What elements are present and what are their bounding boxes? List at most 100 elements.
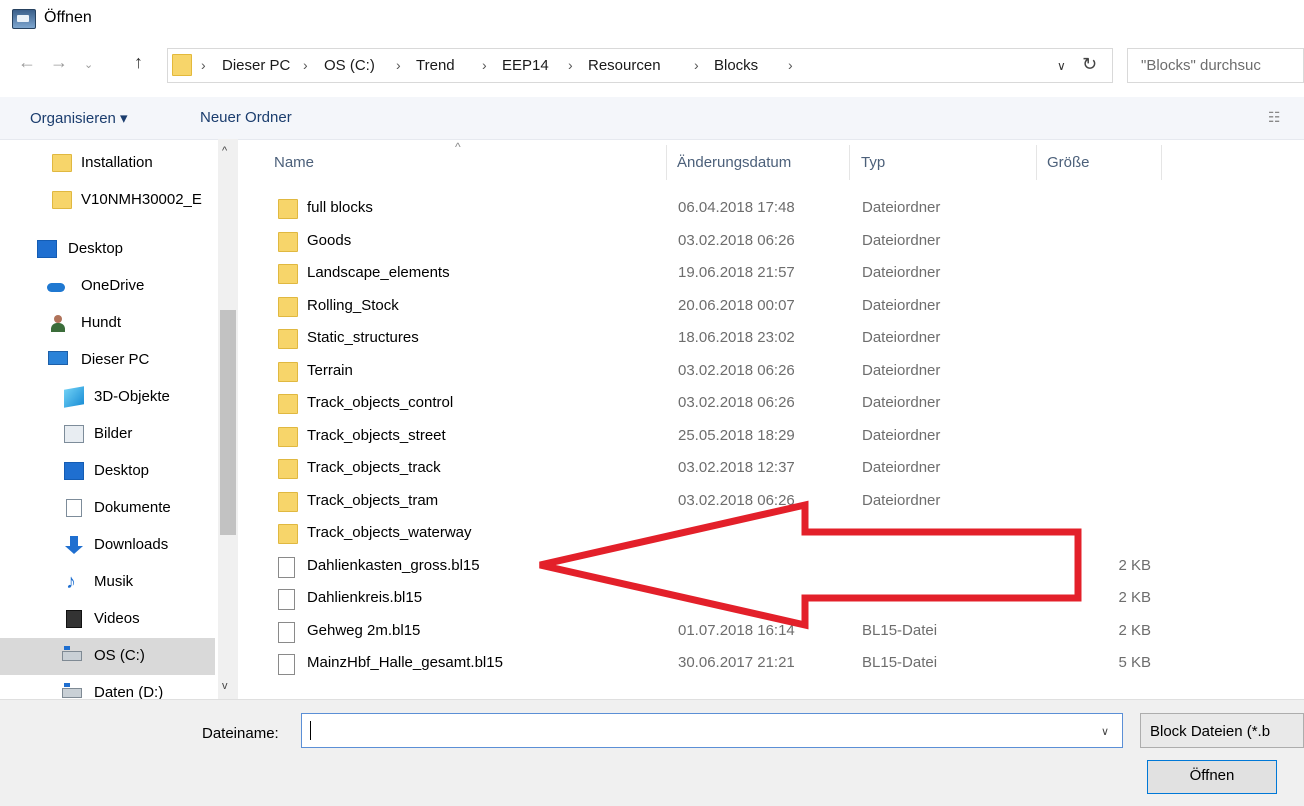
folder-row[interactable]: Track_objects_track 03.02.2018 12:37 Datei…	[266, 452, 1166, 484]
column-divider[interactable]	[1161, 145, 1162, 180]
sidebar-scroll-thumb[interactable]	[220, 310, 236, 535]
sidebar-item-v10nmh30002[interactable]: V10NMH30002_E	[0, 182, 215, 219]
folder-row[interactable]: Terrain 03.02.2018 06:26 Dateiordner	[266, 355, 1166, 387]
sidebar-item-dokumente[interactable]: Dokumente	[0, 490, 215, 527]
new-folder-button[interactable]: Neuer Ordner	[200, 109, 292, 126]
folder-icon	[278, 329, 298, 349]
sidebar-item-installation[interactable]: Installation	[0, 145, 215, 182]
folder-row[interactable]: Track_objects_street 25.05.2018 18:29 Date…	[266, 420, 1166, 452]
column-header-date[interactable]: Änderungsdatum	[677, 154, 791, 171]
folder-icon	[52, 154, 72, 172]
folder-icon	[52, 191, 72, 209]
folder-row[interactable]: Static_structures 18.06.2018 23:02 Dateior…	[266, 322, 1166, 354]
sidebar-item-daten-d[interactable]: Daten (D:)	[0, 675, 215, 699]
sidebar-item-dieser-pc[interactable]: Dieser PC	[0, 342, 215, 379]
forward-arrow-icon[interactable]: →	[50, 52, 68, 73]
sidebar-item-label: Desktop	[68, 240, 124, 257]
sidebar-item-hundt[interactable]: Hundt	[0, 305, 215, 342]
sidebar-item-videos[interactable]: Videos	[0, 601, 215, 638]
chevron-right-icon[interactable]: ›	[694, 57, 699, 73]
filename-input[interactable]	[301, 713, 1123, 748]
video-icon	[66, 610, 82, 628]
sidebar-item-label: Videos	[94, 610, 140, 627]
breadcrumb-os-c[interactable]: OS (C:)	[324, 57, 375, 74]
breadcrumb-resourcen[interactable]: Resourcen	[588, 57, 661, 74]
file-name: Track_objects_track	[307, 459, 441, 476]
sidebar-item-bilder[interactable]: Bilder	[0, 416, 215, 453]
file-row[interactable]: MainzHbf_Halle_gesamt.bl15 30.06.2017 21:…	[266, 647, 1166, 679]
folder-row[interactable]: Landscape_elements 19.06.2018 21:57 Dateio…	[266, 257, 1166, 289]
view-options-icon[interactable]: ☷	[1268, 109, 1281, 126]
up-arrow-icon[interactable]: ↑	[134, 52, 143, 73]
sidebar-item-desktop[interactable]: Desktop	[0, 231, 215, 268]
file-type: Dateiordner	[862, 264, 941, 281]
chevron-right-icon[interactable]: ›	[568, 57, 573, 73]
file-type: Dateiordner	[862, 394, 941, 411]
navigation-pane[interactable]: Installation V10NMH30002_E Desktop OneDr…	[0, 139, 238, 699]
column-header-type[interactable]: Typ	[861, 154, 885, 171]
scroll-up-icon[interactable]: ^	[222, 145, 227, 157]
folder-icon	[278, 361, 298, 382]
sidebar-item-label: Downloads	[94, 536, 169, 553]
folder-icon	[172, 54, 192, 76]
breadcrumb-blocks[interactable]: Blocks	[714, 57, 758, 74]
text-caret	[310, 721, 311, 740]
search-placeholder: "Blocks" durchsuc	[1141, 57, 1261, 74]
breadcrumb-eep14[interactable]: EEP14	[502, 57, 549, 74]
app-icon	[12, 9, 36, 29]
file-icon	[278, 589, 295, 610]
column-divider[interactable]	[1036, 145, 1037, 180]
chevron-right-icon[interactable]: ›	[482, 57, 487, 73]
chevron-down-icon[interactable]: ∨	[1101, 725, 1109, 738]
sidebar-item-3d-objekte[interactable]: 3D-Objekte	[0, 379, 215, 416]
chevron-right-icon[interactable]: ›	[303, 57, 308, 73]
download-icon	[64, 536, 84, 554]
sidebar-item-onedrive[interactable]: OneDrive	[0, 268, 215, 305]
file-name: Track_objects_waterway	[307, 524, 472, 541]
sidebar-item-label: Dieser PC	[81, 351, 150, 368]
sidebar-item-musik[interactable]: ♪ Musik	[0, 564, 215, 601]
folder-row[interactable]: Goods 03.02.2018 06:26 Dateiordner	[266, 225, 1166, 257]
open-button-label[interactable]: Öffnen	[1147, 767, 1277, 784]
sidebar-item-desktop-2[interactable]: Desktop	[0, 453, 215, 490]
chevron-down-icon[interactable]: ∨	[1057, 59, 1066, 73]
computer-icon	[48, 351, 68, 365]
sort-ascending-icon: ^	[455, 140, 461, 154]
sidebar-item-os-c[interactable]: OS (C:)	[0, 638, 215, 675]
sidebar-item-label: V10NMH30002_E	[81, 191, 202, 208]
column-divider[interactable]	[666, 145, 667, 180]
desktop-icon	[37, 240, 57, 258]
chevron-right-icon[interactable]: ›	[201, 57, 206, 73]
file-name: Track_objects_tram	[307, 491, 439, 509]
file-name: Dahlienkreis.bl15	[307, 589, 423, 606]
breadcrumb-dieser-pc[interactable]: Dieser PC	[222, 57, 290, 74]
folder-icon	[278, 199, 298, 219]
folder-row[interactable]: Track_objects_control 03.02.2018 06:26 Dat…	[266, 387, 1166, 419]
column-header-name[interactable]: Name	[274, 154, 314, 171]
sidebar-item-label: Daten (D:)	[94, 684, 164, 699]
chevron-right-icon[interactable]: ›	[788, 57, 793, 73]
folder-row[interactable]: full blocks 06.04.2018 17:48 Dateiordner	[266, 192, 1166, 224]
scroll-down-icon[interactable]: v	[222, 680, 228, 692]
annotation-arrow	[539, 500, 1082, 630]
recent-locations-chevron-icon[interactable]: ⌄	[84, 58, 93, 71]
folder-row[interactable]: Rolling_Stock 20.06.2018 00:07 Dateiordner	[266, 290, 1166, 322]
sidebar-item-label: Installation	[81, 154, 153, 171]
breadcrumb-trend[interactable]: Trend	[416, 57, 455, 74]
refresh-icon[interactable]: ↻	[1082, 54, 1097, 75]
organize-button[interactable]: Organisieren ▾	[30, 109, 128, 127]
folder-icon	[278, 394, 298, 414]
folder-icon	[278, 459, 298, 479]
onedrive-icon	[46, 277, 66, 295]
chevron-right-icon[interactable]: ›	[396, 57, 401, 73]
sidebar-item-downloads[interactable]: Downloads	[0, 527, 215, 564]
file-date: 20.06.2018 00:07	[678, 296, 795, 314]
column-divider[interactable]	[849, 145, 850, 180]
file-name: Rolling_Stock	[307, 296, 399, 314]
file-type: Dateiordner	[862, 426, 941, 444]
sidebar-item-label: 3D-Objekte	[94, 388, 170, 405]
file-type: Dateiordner	[862, 329, 941, 346]
column-header-size[interactable]: Größe	[1047, 154, 1090, 171]
back-arrow-icon[interactable]: ←	[18, 52, 36, 73]
file-type-label: Block Dateien (*.b	[1150, 723, 1271, 740]
